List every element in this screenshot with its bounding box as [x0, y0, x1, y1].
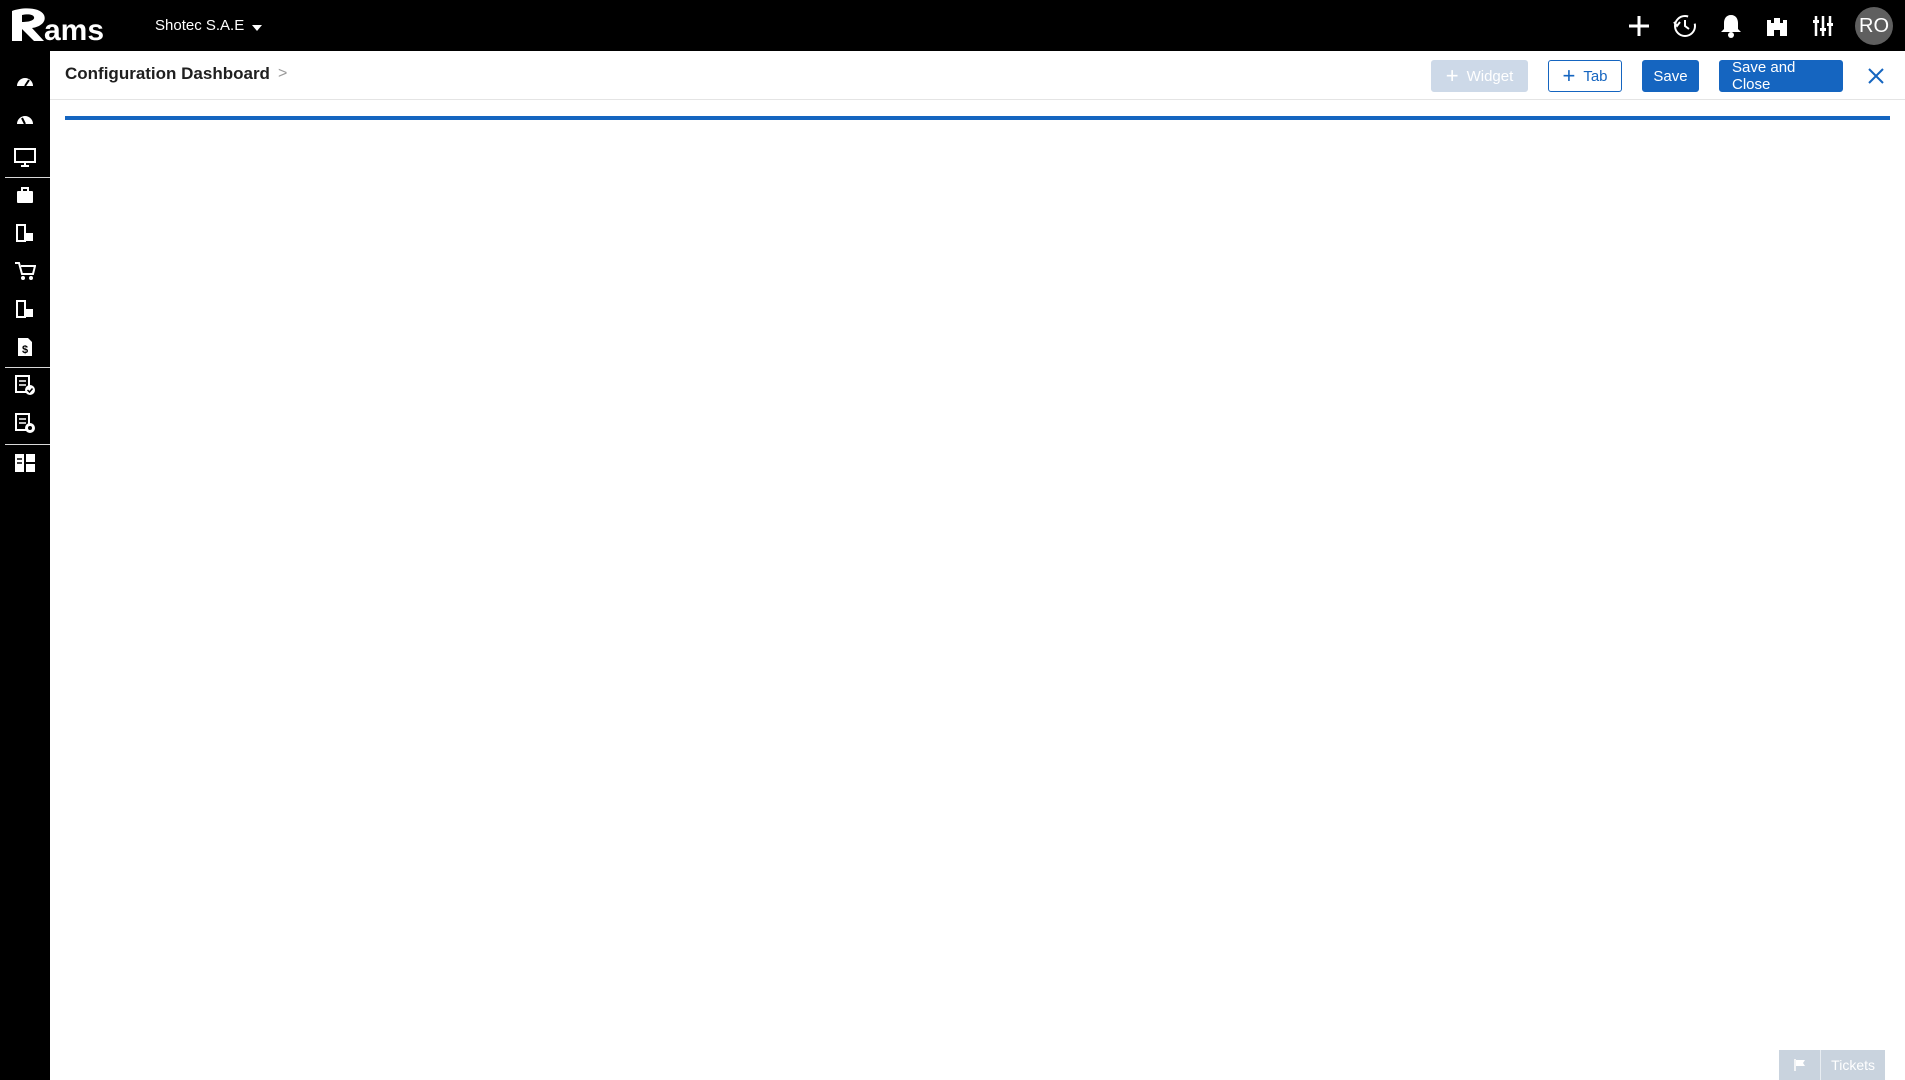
- flag-icon: [1779, 1050, 1822, 1080]
- invoice-dollar-icon[interactable]: $: [0, 329, 50, 365]
- tickets-label: Tickets: [1831, 1057, 1875, 1073]
- history-icon[interactable]: [1671, 12, 1699, 40]
- modules-alt-icon[interactable]: [0, 291, 50, 327]
- document-gear-icon[interactable]: [0, 405, 50, 441]
- main-content: Configuration Dashboard > + Widget + Tab…: [50, 51, 1905, 1080]
- svg-text:ams: ams: [44, 14, 104, 45]
- company-name: Shotec S.A.E: [155, 17, 245, 34]
- breadcrumb: Configuration Dashboard >: [65, 64, 287, 84]
- header-actions: + Widget + Tab Save Save and Close: [1431, 59, 1905, 93]
- save-button[interactable]: Save: [1642, 60, 1699, 92]
- close-icon[interactable]: [1861, 61, 1891, 91]
- breadcrumb-separator: >: [277, 65, 288, 82]
- monitor-icon[interactable]: [0, 139, 50, 175]
- rams-logo[interactable]: ams: [10, 4, 130, 46]
- page-title: Configuration Dashboard: [65, 64, 270, 83]
- sliders-icon[interactable]: [1809, 12, 1837, 40]
- top-bar: ams Shotec S.A.E RO: [0, 0, 1905, 51]
- company-selector[interactable]: Shotec S.A.E: [155, 17, 263, 34]
- plus-icon: +: [1562, 63, 1576, 88]
- svg-text:$: $: [22, 344, 28, 356]
- cart-icon[interactable]: [0, 253, 50, 289]
- caret-down-icon: [252, 24, 263, 31]
- add-widget-button[interactable]: + Widget: [1431, 60, 1528, 92]
- gauge-icon[interactable]: [0, 63, 50, 99]
- save-and-close-button[interactable]: Save and Close: [1719, 59, 1843, 93]
- castle-icon[interactable]: [1763, 12, 1791, 40]
- add-tab-button[interactable]: + Tab: [1548, 60, 1622, 92]
- add-tab-label: Tab: [1583, 67, 1608, 85]
- plus-icon[interactable]: [1625, 12, 1653, 40]
- plus-icon: +: [1445, 63, 1459, 88]
- gauge-alt-icon[interactable]: [0, 101, 50, 137]
- bell-icon[interactable]: [1717, 12, 1745, 40]
- sidebar: $: [0, 51, 50, 1080]
- loading-progress-bar: [65, 116, 1890, 120]
- dashboard-grid-icon[interactable]: [0, 445, 50, 481]
- modules-icon[interactable]: [0, 215, 50, 251]
- page-header: Configuration Dashboard > + Widget + Tab…: [50, 51, 1905, 100]
- add-widget-label: Widget: [1466, 67, 1514, 85]
- briefcase-icon[interactable]: [0, 177, 50, 213]
- avatar[interactable]: RO: [1855, 7, 1893, 45]
- document-check-icon[interactable]: [0, 367, 50, 403]
- tickets-button[interactable]: Tickets: [1779, 1050, 1885, 1080]
